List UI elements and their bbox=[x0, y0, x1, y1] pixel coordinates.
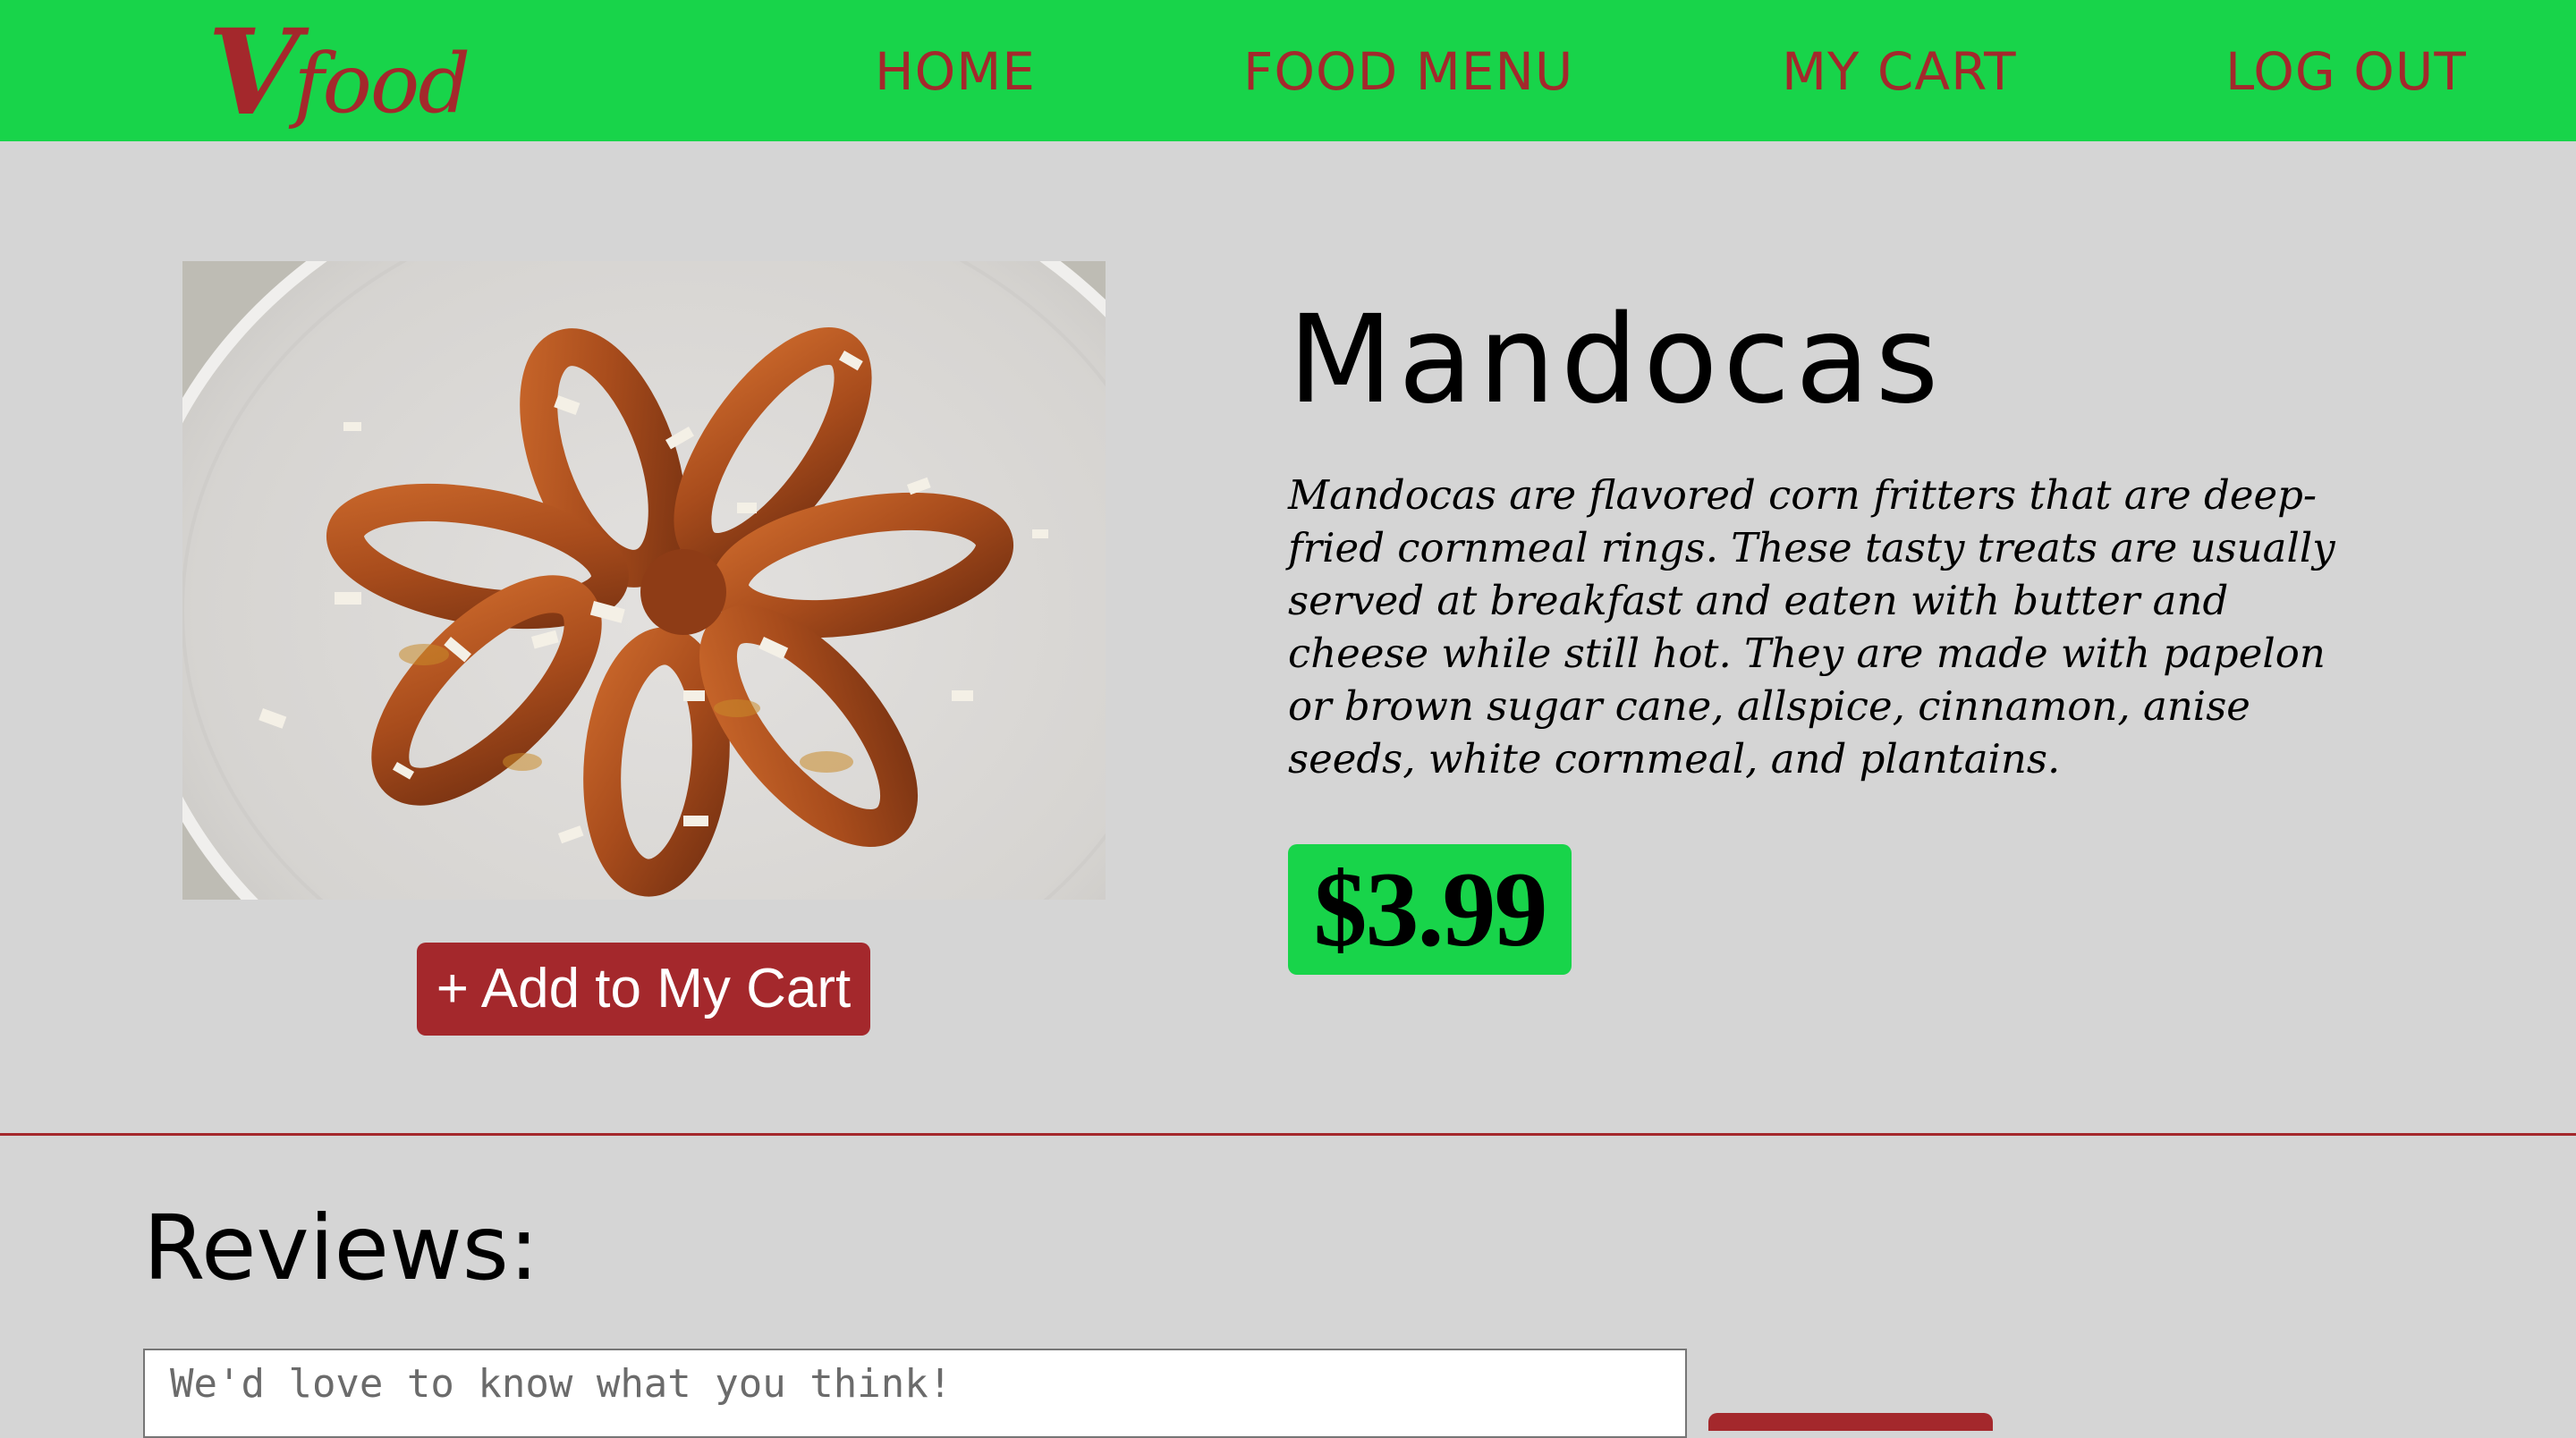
vfood-logo[interactable]: V food bbox=[208, 4, 470, 142]
product-title: Mandocas bbox=[1288, 290, 1945, 431]
nav-log-out-link[interactable]: LOG OUT bbox=[2225, 39, 2467, 104]
reviews-heading: Reviews: bbox=[143, 1196, 539, 1300]
nav-food-menu-link[interactable]: FOOD MENU bbox=[1243, 39, 1573, 104]
product-description: Mandocas are flavored corn fritters that… bbox=[1288, 471, 2335, 782]
nav-home-link[interactable]: HOME bbox=[875, 39, 1036, 104]
logo-initial: V bbox=[208, 4, 300, 142]
top-navbar: V food HOME FOOD MENU MY CART LOG OUT bbox=[0, 0, 2576, 141]
section-divider bbox=[0, 1133, 2576, 1136]
fried-cornmeal-rings-photo bbox=[182, 261, 1106, 900]
product-image bbox=[182, 261, 1106, 900]
price-badge: $3.99 bbox=[1288, 844, 1572, 975]
submit-review-button[interactable] bbox=[1708, 1413, 1993, 1431]
review-input[interactable] bbox=[143, 1349, 1687, 1438]
nav-my-cart-link[interactable]: MY CART bbox=[1782, 39, 2017, 104]
logo-word: food bbox=[293, 36, 470, 131]
add-to-cart-button[interactable]: + Add to My Cart bbox=[417, 943, 870, 1036]
